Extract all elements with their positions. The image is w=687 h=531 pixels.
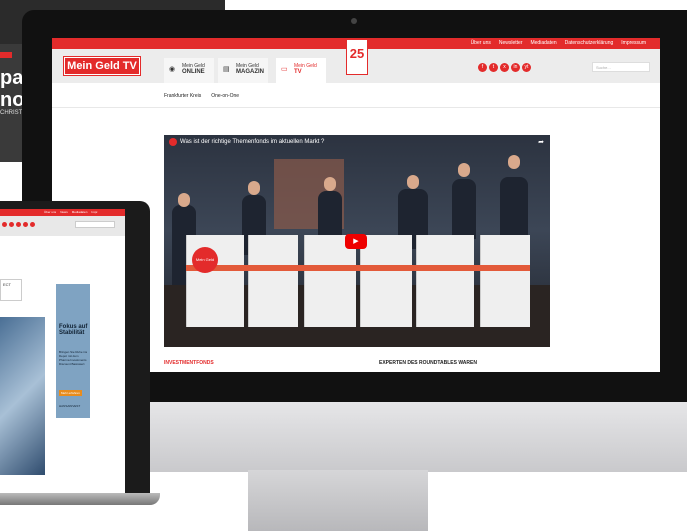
laptop-social-icon-2[interactable]	[9, 222, 14, 227]
top-link-mediadaten[interactable]: Mediadaten	[530, 40, 556, 46]
youtube-icon[interactable]: yt	[522, 63, 531, 72]
channel-avatar[interactable]	[169, 138, 177, 146]
top-link-ueber-uns[interactable]: Über uns	[471, 40, 491, 46]
twitter-icon[interactable]: t	[489, 63, 498, 72]
panelist-1-head	[248, 181, 260, 195]
laptop-partner-logo[interactable]: ECT	[0, 279, 22, 301]
background-byline: CHRISTI	[0, 110, 24, 116]
ad-title: Fokus auf Stabilität	[59, 324, 88, 336]
laptop-link-1[interactable]: Über uns	[44, 210, 56, 214]
divider	[52, 107, 660, 108]
top-links: Über uns Newsletter Mediadaten Datenschu…	[471, 40, 646, 46]
ad-footer: HANSAINVEST	[59, 404, 81, 408]
panelist-3-head	[407, 175, 419, 189]
panelist-4-head	[458, 163, 470, 177]
imac-stand	[248, 470, 428, 531]
laptop-social-icon-4[interactable]	[23, 222, 28, 227]
xing-icon[interactable]: x	[500, 63, 509, 72]
section-experten: EXPERTEN DES ROUNDTABLES WAREN	[379, 360, 477, 366]
section-investmentfonds[interactable]: INVESTMENTFONDS	[164, 360, 214, 366]
top-link-impressum[interactable]: Impressum	[621, 40, 646, 46]
desk-5	[416, 235, 474, 327]
background-tag	[0, 52, 12, 58]
desk-2	[248, 235, 298, 327]
desk-4	[360, 235, 412, 327]
laptop-link-2[interactable]: News	[60, 210, 68, 214]
laptop-link-3[interactable]: Mediadaten	[72, 210, 88, 214]
tab-magazin-line2: MAGAZIN	[236, 69, 264, 75]
play-button[interactable]: ▶	[345, 234, 367, 249]
desk-stripe	[186, 265, 530, 271]
subnav-frankfurter-kreis[interactable]: Frankfurter Kreis	[164, 93, 201, 99]
desk-6	[480, 235, 530, 327]
laptop-top-bar: Über uns News Mediadaten Impr.	[0, 209, 125, 216]
laptop-top-links: Über uns News Mediadaten Impr.	[44, 210, 98, 214]
laptop-social-icon-5[interactable]	[30, 222, 35, 227]
share-icon[interactable]: ➦	[538, 138, 544, 146]
tab-tv[interactable]: ▭ Mein Geld TV	[276, 58, 326, 83]
facebook-icon[interactable]: f	[478, 63, 487, 72]
site-header: Mein Geld TV 25 ◉ Mein Geld ONLINE ▤ Mei…	[52, 39, 660, 83]
laptop-link-4[interactable]: Impr.	[91, 210, 98, 214]
laptop-screen: Über uns News Mediadaten Impr. ECT Fokus…	[0, 209, 125, 493]
laptop-article-image[interactable]	[0, 317, 45, 475]
laptop-advertisement[interactable]: Fokus auf Stabilität Bringen Sie Ruhe in…	[56, 284, 90, 418]
tab-magazin[interactable]: ▤ Mein Geld MAGAZIN	[218, 58, 268, 83]
ad-button[interactable]: Mehr erfahren	[59, 390, 82, 396]
panelist-5-head	[508, 155, 520, 169]
magazine-icon: ▤	[223, 66, 230, 73]
tv-icon: ▭	[281, 66, 288, 73]
host-head	[178, 193, 190, 207]
anniversary-badge: 25	[346, 39, 368, 75]
tab-tv-line2: TV	[294, 69, 302, 75]
linkedin-icon[interactable]: in	[511, 63, 520, 72]
laptop-base	[0, 493, 160, 505]
ad-body: Bringen Sie Ruhe ins Depot mit dem Pharm…	[59, 350, 88, 366]
tab-online[interactable]: ◉ Mein Geld ONLINE	[164, 58, 214, 83]
video-title[interactable]: Was ist der richtige Themenfonds im aktu…	[180, 139, 324, 145]
site-logo[interactable]: Mein Geld TV	[63, 56, 141, 76]
desk-1	[186, 235, 244, 327]
laptop-social-icon-1[interactable]	[2, 222, 7, 227]
video-player[interactable]: Mein Geld Was ist der richtige Themenfon…	[164, 135, 550, 347]
globe-icon: ◉	[169, 66, 176, 73]
panelist-4	[452, 179, 476, 239]
laptop-social-icon-3[interactable]	[16, 222, 21, 227]
top-link-datenschutz[interactable]: Datenschutzerklärung	[565, 40, 614, 46]
panelist-5	[500, 177, 528, 237]
search-input[interactable]: Suche...	[592, 62, 650, 72]
subnav-one-on-one[interactable]: One-on-One	[211, 93, 239, 99]
camera-icon	[351, 18, 357, 24]
sub-navigation: Frankfurter Kreis One-on-One	[164, 93, 239, 99]
desk-logo: Mein Geld	[192, 247, 218, 273]
panelist-2-head	[324, 177, 336, 191]
tab-online-line2: ONLINE	[182, 69, 205, 75]
top-link-newsletter[interactable]: Newsletter	[499, 40, 523, 46]
laptop-search-input[interactable]	[75, 221, 115, 228]
